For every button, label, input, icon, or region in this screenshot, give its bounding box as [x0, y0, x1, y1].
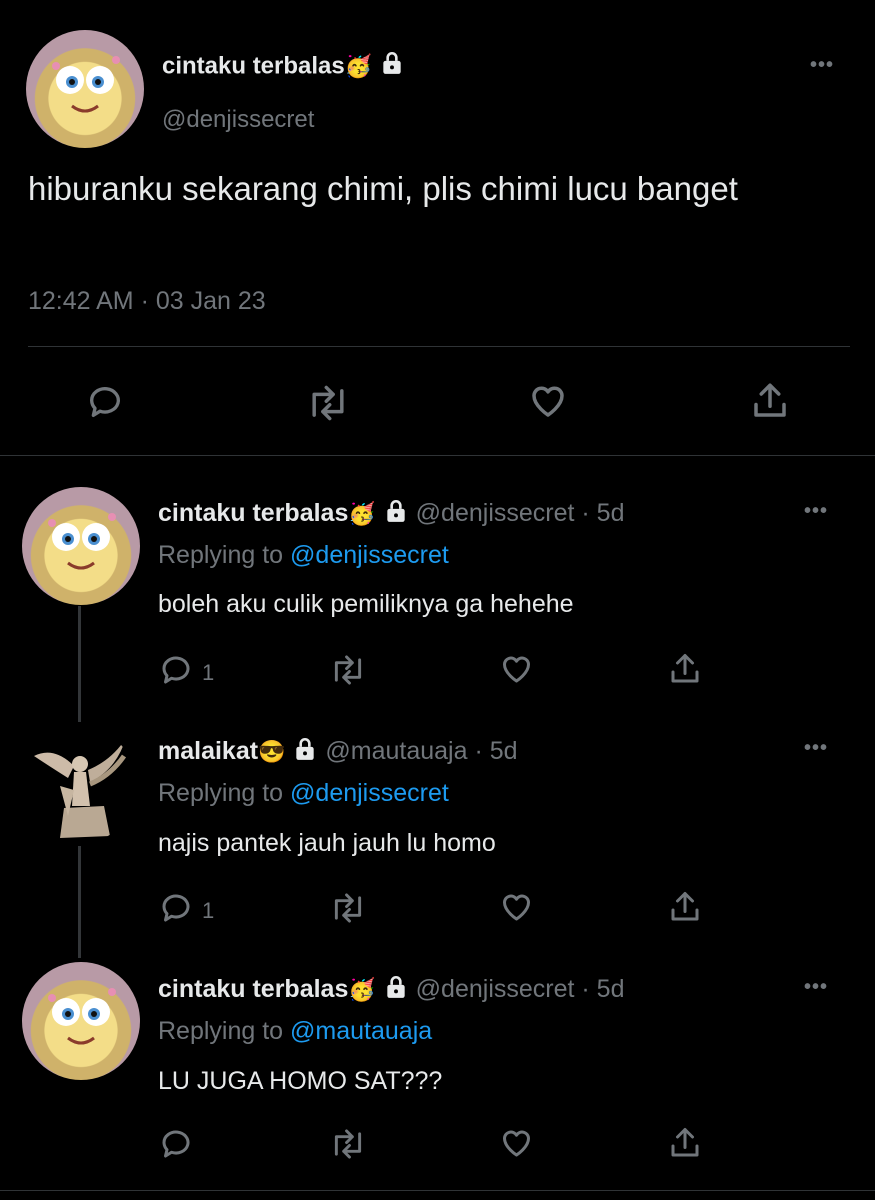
replying-to: Replying to @denjissecret: [158, 779, 449, 808]
like-icon[interactable]: [498, 889, 535, 925]
retweet-icon[interactable]: [328, 1128, 368, 1160]
replying-to: Replying to @denjissecret: [158, 541, 449, 570]
party-face-emoji: 🥳: [348, 977, 376, 1003]
reply-avatar[interactable]: [24, 726, 136, 844]
display-name[interactable]: malaikat: [158, 737, 258, 765]
reply-header[interactable]: malaikat😎 @mautauaja · 5d: [158, 736, 518, 769]
lock-icon: [292, 736, 318, 769]
lock-icon: [383, 498, 409, 531]
reply-text: boleh aku culik pemiliknya ga hehehe: [158, 590, 574, 618]
share-icon[interactable]: [748, 380, 792, 422]
reply-icon[interactable]: [158, 1126, 194, 1162]
replying-to-link[interactable]: @denjissecret: [290, 779, 449, 807]
reply-icon[interactable]: [158, 652, 194, 688]
replying-label: Replying to: [158, 1017, 284, 1045]
main-avatar[interactable]: [26, 30, 144, 148]
replying-label: Replying to: [158, 779, 284, 807]
lock-icon: [383, 974, 409, 1007]
reply-text: LU JUGA HOMO SAT???: [158, 1067, 443, 1095]
main-tweet-text: hiburanku sekarang chimi, plis chimi luc…: [28, 170, 738, 207]
main-divider: [28, 346, 850, 347]
reply-time[interactable]: · 5d: [581, 975, 624, 1003]
reply-header[interactable]: cintaku terbalas🥳 @denjissecret · 5d: [158, 498, 625, 531]
like-icon[interactable]: [498, 1125, 535, 1161]
more-icon[interactable]: •••: [804, 737, 828, 760]
retweet-icon[interactable]: [328, 654, 368, 686]
share-icon[interactable]: [667, 889, 703, 925]
party-face-emoji: 🥳: [348, 501, 376, 527]
replying-label: Replying to: [158, 541, 284, 569]
reply-handle[interactable]: @mautauaja: [325, 737, 467, 765]
main-handle[interactable]: @denjissecret: [162, 106, 314, 134]
reply-avatar[interactable]: [22, 962, 140, 1080]
reply-time[interactable]: · 5d: [474, 737, 517, 765]
display-name[interactable]: cintaku terbalas: [158, 499, 348, 527]
more-icon[interactable]: •••: [810, 54, 834, 77]
replying-to: Replying to @mautauaja: [158, 1017, 432, 1046]
replying-to-link[interactable]: @mautauaja: [290, 1017, 432, 1045]
share-icon[interactable]: [667, 1125, 703, 1161]
share-icon[interactable]: [667, 651, 703, 687]
reply-handle[interactable]: @denjissecret: [416, 499, 575, 527]
more-icon[interactable]: •••: [804, 976, 828, 999]
reply-count: 1: [202, 660, 215, 685]
replying-to-link[interactable]: @denjissecret: [290, 541, 449, 569]
section-divider: [0, 455, 875, 456]
reply-handle[interactable]: @denjissecret: [416, 975, 575, 1003]
display-name[interactable]: cintaku terbalas: [158, 975, 348, 1003]
thread-line: [78, 846, 81, 958]
more-icon[interactable]: •••: [804, 500, 828, 523]
lock-icon: [379, 50, 405, 84]
reply-header[interactable]: cintaku terbalas🥳 @denjissecret · 5d: [158, 974, 625, 1007]
retweet-icon[interactable]: [328, 892, 368, 924]
reply-text: najis pantek jauh jauh lu homo: [158, 829, 496, 857]
bottom-divider: [0, 1190, 875, 1191]
reply-icon[interactable]: [84, 382, 126, 422]
retweet-icon[interactable]: [304, 384, 352, 422]
reply-icon[interactable]: [158, 890, 194, 926]
reply-avatar[interactable]: [22, 487, 140, 605]
reply-time[interactable]: · 5d: [581, 499, 624, 527]
main-timestamp[interactable]: 12:42 AM · 03 Jan 23: [28, 287, 266, 316]
main-author[interactable]: cintaku terbalas🥳: [162, 50, 405, 84]
party-face-emoji: 🥳: [344, 53, 373, 79]
display-name[interactable]: cintaku terbalas: [162, 52, 345, 79]
thread-line: [78, 606, 81, 722]
reply-count: 1: [202, 898, 215, 923]
like-icon[interactable]: [526, 380, 570, 422]
like-icon[interactable]: [498, 651, 535, 687]
sunglasses-emoji: 😎: [258, 739, 286, 765]
